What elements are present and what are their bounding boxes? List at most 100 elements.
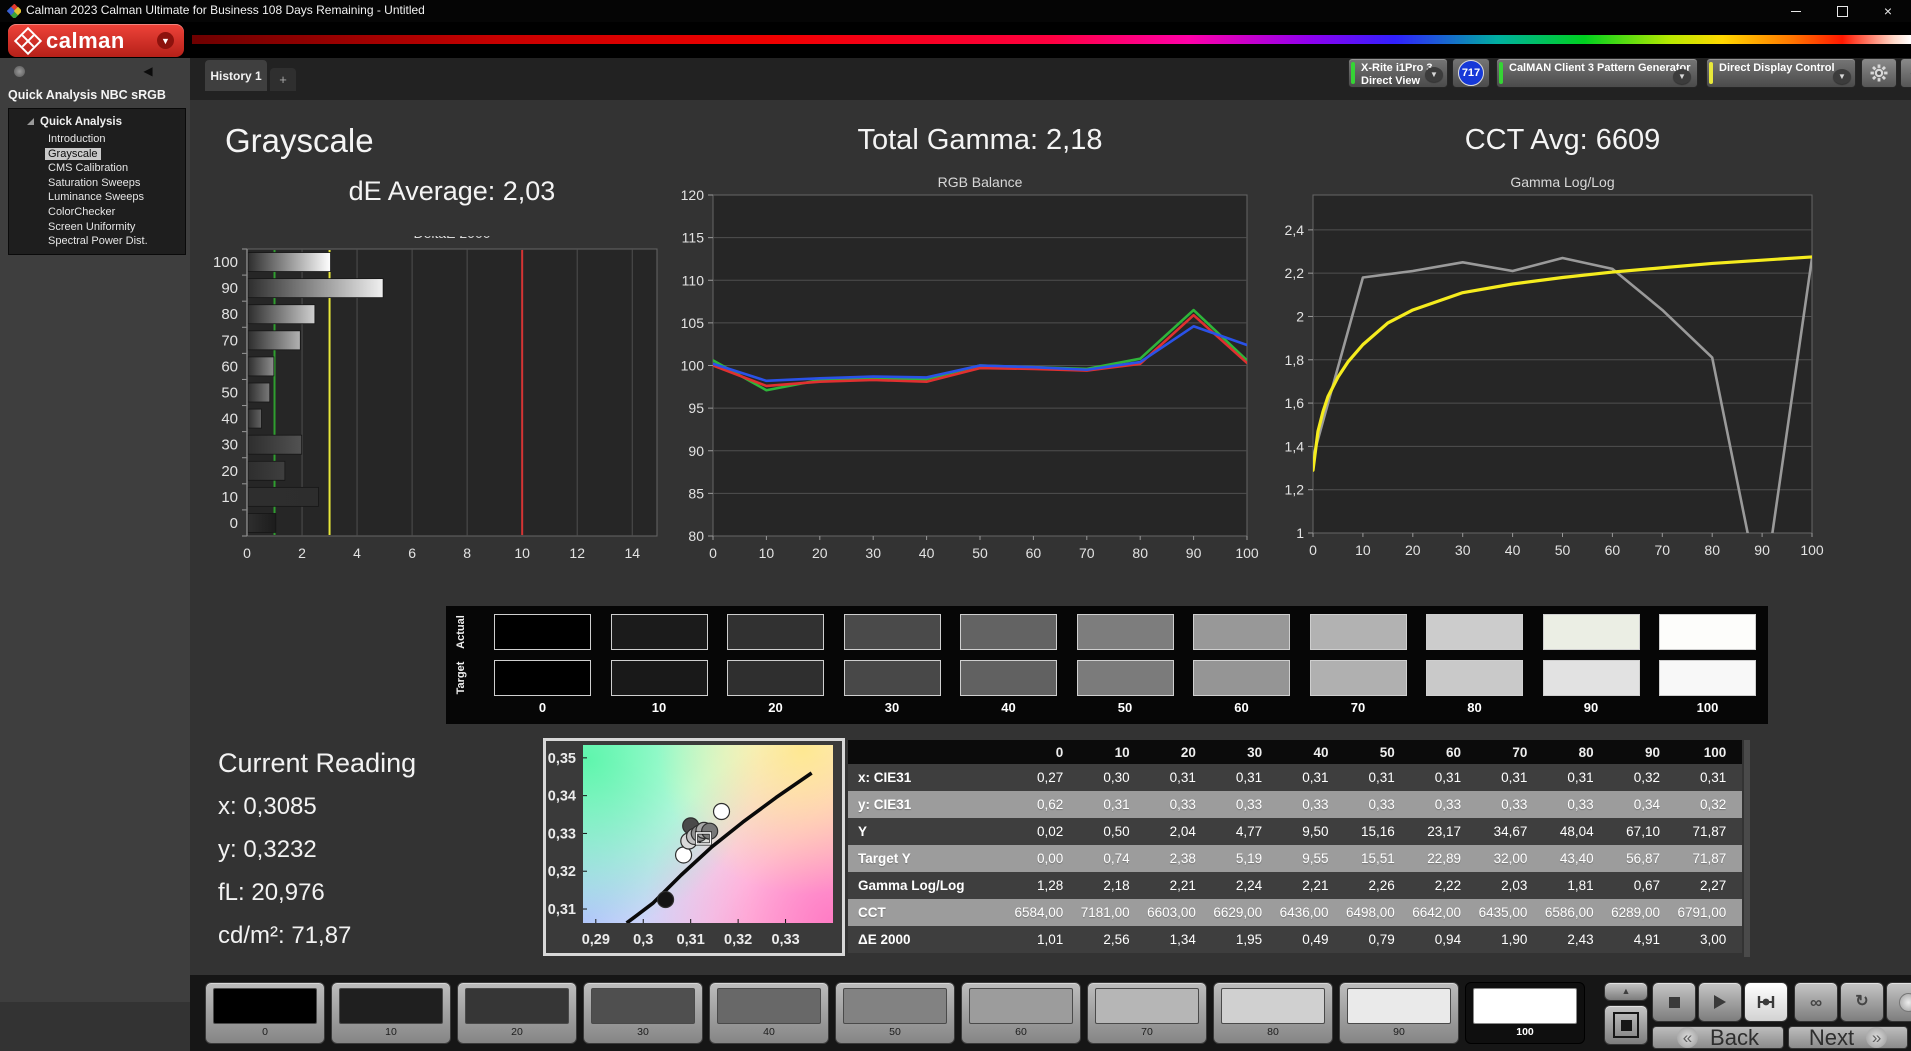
back-button[interactable]: « Back	[1652, 1026, 1784, 1049]
table-cell: 6629,00	[1212, 899, 1278, 926]
calman-diamond-icon	[14, 26, 42, 54]
sidebar-item-introduction[interactable]: Introduction	[45, 132, 151, 147]
pattern-patch-100[interactable]: 100	[1465, 982, 1585, 1044]
table-corner-cell	[848, 740, 1013, 764]
current-reading-x: x: 0,3085	[218, 793, 317, 821]
sidebar-item-cms-calibration[interactable]: CMS Calibration	[45, 161, 151, 176]
meter-badge-button[interactable]: 717	[1452, 58, 1490, 88]
sidebar-item-colorchecker[interactable]: ColorChecker	[45, 205, 151, 220]
tree-expander-icon[interactable]	[27, 118, 34, 125]
svg-text:0,33: 0,33	[771, 932, 799, 948]
next-button[interactable]: Next »	[1788, 1026, 1908, 1049]
panel-collapse-button[interactable]: ◀	[1900, 58, 1911, 88]
pattern-patch-0[interactable]: 0	[205, 982, 325, 1044]
svg-text:30: 30	[221, 437, 238, 454]
circle-icon	[1899, 993, 1911, 1012]
calman-logo-button[interactable]: calman ▼	[8, 24, 184, 57]
table-header-row: 0102030405060708090100	[848, 740, 1742, 764]
pattern-patch-30[interactable]: 30	[583, 982, 703, 1044]
svg-text:20: 20	[812, 545, 828, 561]
table-scrollbar[interactable]	[1744, 740, 1750, 957]
table-cell: 0,33	[1212, 791, 1278, 818]
table-cell: 2,04	[1146, 818, 1212, 845]
table-cell: 2,43	[1543, 926, 1609, 953]
tab-history-1[interactable]: History 1	[205, 60, 267, 91]
refresh-button[interactable]: ↻	[1840, 982, 1884, 1022]
svg-text:DeltaE 2000: DeltaE 2000	[413, 236, 490, 241]
sidebar-item-luminance-sweeps[interactable]: Luminance Sweeps	[45, 190, 151, 205]
table-cell: 15,51	[1344, 845, 1410, 872]
svg-text:2,2: 2,2	[1285, 265, 1305, 281]
actual-swatch-90	[1543, 614, 1640, 650]
table-row: x: CIE310,270,300,310,310,310,310,310,31…	[848, 764, 1742, 791]
pattern-patch-label: 90	[1340, 1026, 1458, 1038]
display-control-select[interactable]: Direct Display Control ▼	[1706, 58, 1856, 88]
sidebar-item-grayscale[interactable]: Grayscale	[45, 147, 151, 162]
pattern-patch-label: 10	[332, 1026, 450, 1038]
meter-mode: Direct View	[1361, 75, 1420, 87]
sidebar-item-label: ColorChecker	[45, 206, 118, 218]
sidebar-item-saturation-sweeps[interactable]: Saturation Sweeps	[45, 176, 151, 191]
continuous-measure-button[interactable]: ∞	[1794, 982, 1838, 1022]
next-icon: »	[1866, 1027, 1887, 1048]
close-button[interactable]: ×	[1865, 0, 1911, 22]
table-col-header-90: 90	[1610, 740, 1676, 764]
pattern-patch-50[interactable]: 50	[835, 982, 955, 1044]
read-button[interactable]	[1886, 982, 1911, 1022]
settings-gear-button[interactable]	[1861, 58, 1897, 88]
play-button[interactable]	[1698, 982, 1742, 1022]
svg-text:1,4: 1,4	[1285, 438, 1305, 454]
sidebar-item-label: Grayscale	[45, 148, 101, 160]
pattern-generator-select[interactable]: CalMAN Client 3 Pattern Generator ▼	[1496, 58, 1698, 88]
table-cell: 0,02	[1013, 818, 1079, 845]
table-cell: 6498,00	[1344, 899, 1410, 926]
table-cell: 0,33	[1411, 791, 1477, 818]
table-cell: 2,22	[1411, 872, 1477, 899]
minimize-button[interactable]	[1773, 0, 1819, 22]
display-control-label: Direct Display Control	[1719, 62, 1835, 74]
current-reading-fl: fL: 20,976	[218, 879, 325, 907]
pattern-patch-80[interactable]: 80	[1213, 982, 1333, 1044]
table-cell: 23,17	[1411, 818, 1477, 845]
pattern-patch-10[interactable]: 10	[331, 982, 451, 1044]
sidebar-dot-button[interactable]	[14, 66, 25, 77]
table-cell: 6586,00	[1543, 899, 1609, 926]
logo-dropdown-chevron-icon[interactable]: ▼	[157, 32, 174, 49]
svg-text:1,6: 1,6	[1285, 395, 1305, 411]
meter-select[interactable]: X-Rite i1Pro 3 Direct View ▼	[1348, 58, 1448, 88]
table-cell: 0,34	[1610, 791, 1676, 818]
pattern-patch-20[interactable]: 20	[457, 982, 577, 1044]
table-cell: 34,67	[1477, 818, 1543, 845]
table-cell: 3,00	[1676, 926, 1742, 953]
pattern-patch-70[interactable]: 70	[1087, 982, 1207, 1044]
table-cell: 0,31	[1344, 764, 1410, 791]
tree-root-quick-analysis[interactable]: Quick Analysis	[27, 116, 122, 128]
table-cell: 2,21	[1278, 872, 1344, 899]
pattern-window-toggle-button[interactable]	[1604, 1005, 1648, 1045]
maximize-button[interactable]	[1819, 0, 1865, 22]
sidebar-item-screen-uniformity[interactable]: Screen Uniformity	[45, 220, 151, 235]
gamma-loglog-chart: Gamma Log/Log2,42,221,81,61,41,210102030…	[1272, 168, 1886, 563]
svg-text:50: 50	[972, 545, 988, 561]
play-icon	[1714, 995, 1726, 1009]
pattern-patch-60[interactable]: 60	[961, 982, 1081, 1044]
add-tab-button[interactable]: +	[270, 68, 296, 91]
target-swatch-30	[844, 660, 941, 696]
meter-chevron-down-icon: ▼	[1425, 67, 1443, 82]
table-cell: 6584,00	[1013, 899, 1079, 926]
table-cell: 0,74	[1079, 845, 1145, 872]
table-row-label: Target Y	[848, 845, 1013, 872]
target-swatch-70	[1310, 660, 1407, 696]
actual-swatch-80	[1426, 614, 1523, 650]
sidebar-item-spectral-power-dist[interactable]: Spectral Power Dist.	[45, 234, 151, 249]
pattern-patch-40[interactable]: 40	[709, 982, 829, 1044]
stop-button[interactable]	[1652, 982, 1696, 1022]
table-row: y: CIE310,620,310,330,330,330,330,330,33…	[848, 791, 1742, 818]
table-cell: 1,34	[1146, 926, 1212, 953]
table-cell: 0,79	[1344, 926, 1410, 953]
pattern-window-up-button[interactable]: ▲	[1604, 982, 1648, 1001]
sidebar-collapse-icon[interactable]: ◀	[141, 64, 155, 78]
pattern-patch-90[interactable]: 90	[1339, 982, 1459, 1044]
svg-text:2,4: 2,4	[1285, 222, 1305, 238]
single-measure-button[interactable]	[1744, 982, 1788, 1022]
